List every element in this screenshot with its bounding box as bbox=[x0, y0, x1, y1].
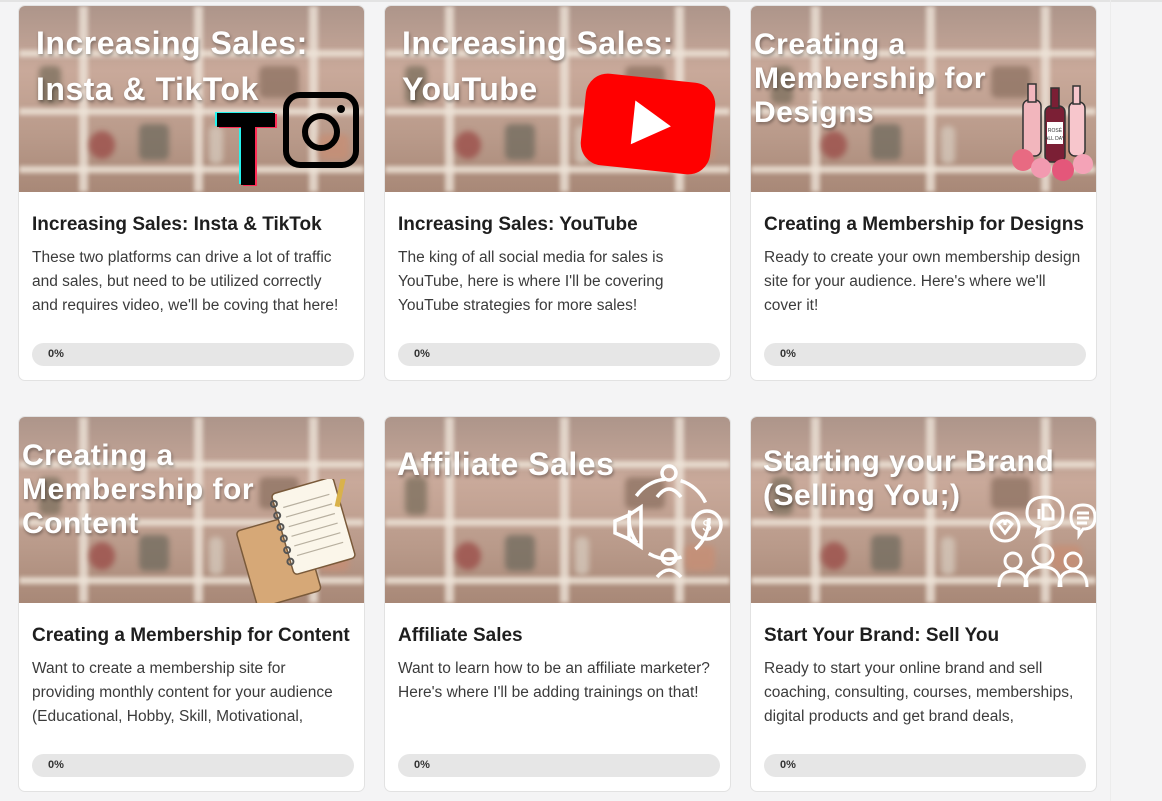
thumbnail-title: Creating a Membership for Designs bbox=[754, 28, 987, 129]
card-description: These two platforms can drive a lot of t… bbox=[32, 249, 339, 314]
progress-label: 0% bbox=[780, 348, 796, 360]
progress-label: 0% bbox=[780, 759, 796, 771]
course-card-youtube[interactable]: Increasing Sales: YouTube Increasing Sal… bbox=[384, 5, 731, 381]
thumbnail-title: Increasing Sales: Insta & TikTok bbox=[36, 25, 308, 107]
youtube-icon bbox=[580, 73, 716, 175]
course-thumbnail[interactable]: Starting your Brand (Selling You;) bbox=[751, 417, 1096, 603]
instagram-icon bbox=[283, 92, 359, 168]
page-top-border bbox=[0, 0, 1162, 2]
progress-label: 0% bbox=[414, 759, 430, 771]
course-thumbnail[interactable]: Creating a Membership for Content bbox=[19, 417, 364, 603]
wine-bottles-icon: ROSÉ ALL DAY bbox=[1012, 83, 1093, 181]
course-thumbnail[interactable]: Creating a Membership for Designs ROSÉ A… bbox=[751, 6, 1096, 192]
course-card-insta-tiktok[interactable]: Increasing Sales: Insta & TikTok Increas… bbox=[18, 5, 365, 381]
card-title[interactable]: Creating a Membership for Designs bbox=[764, 213, 1084, 237]
course-thumbnail[interactable]: Affiliate Sales $ bbox=[385, 417, 730, 603]
svg-text:$: $ bbox=[703, 518, 712, 535]
card-description: Ready to create your own membership desi… bbox=[764, 249, 1081, 314]
card-title[interactable]: Increasing Sales: YouTube bbox=[398, 213, 717, 237]
affiliate-network-icon: $ bbox=[613, 464, 723, 579]
course-card-membership-content[interactable]: Creating a Membership for Content Creati… bbox=[18, 416, 365, 792]
course-thumbnail[interactable]: Increasing Sales: Insta & TikTok bbox=[19, 6, 364, 192]
course-card-affiliate-sales[interactable]: Affiliate Sales $ Affiliate Sales Want t… bbox=[384, 416, 731, 792]
card-title[interactable]: Start Your Brand: Sell You bbox=[764, 624, 1083, 648]
progress-bar: 0% bbox=[764, 754, 1086, 777]
content-edge bbox=[1110, 0, 1111, 801]
card-description: Want to create a membership site for pro… bbox=[32, 660, 333, 725]
card-description: Ready to start your online brand and sel… bbox=[764, 660, 1074, 725]
card-title[interactable]: Creating a Membership for Content bbox=[32, 624, 351, 648]
svg-text:ROSÉ: ROSÉ bbox=[1048, 127, 1063, 134]
card-title[interactable]: Increasing Sales: Insta & TikTok bbox=[32, 213, 351, 237]
course-card-start-your-brand[interactable]: Starting your Brand (Selling You;) Start… bbox=[750, 416, 1097, 792]
progress-bar: 0% bbox=[398, 754, 720, 777]
course-card-membership-designs[interactable]: Creating a Membership for Designs ROSÉ A… bbox=[750, 5, 1097, 381]
progress-label: 0% bbox=[414, 348, 430, 360]
progress-label: 0% bbox=[48, 759, 64, 771]
audience-feedback-icon bbox=[989, 495, 1096, 588]
card-description: Want to learn how to be an affiliate mar… bbox=[398, 660, 710, 701]
card-description: The king of all social media for sales i… bbox=[398, 249, 664, 314]
progress-bar: 0% bbox=[398, 343, 720, 366]
course-thumbnail[interactable]: Increasing Sales: YouTube bbox=[385, 6, 730, 192]
progress-bar: 0% bbox=[32, 754, 354, 777]
notebook-icon bbox=[236, 479, 356, 603]
thumbnail-title: Creating a Membership for Content bbox=[22, 439, 255, 540]
svg-text:ALL DAY: ALL DAY bbox=[1045, 136, 1066, 142]
progress-bar: 0% bbox=[764, 343, 1086, 366]
thumbnail-title: Affiliate Sales bbox=[397, 446, 615, 482]
card-title[interactable]: Affiliate Sales bbox=[398, 624, 717, 648]
progress-label: 0% bbox=[48, 348, 64, 360]
progress-bar: 0% bbox=[32, 343, 354, 366]
tiktok-icon bbox=[215, 112, 277, 186]
